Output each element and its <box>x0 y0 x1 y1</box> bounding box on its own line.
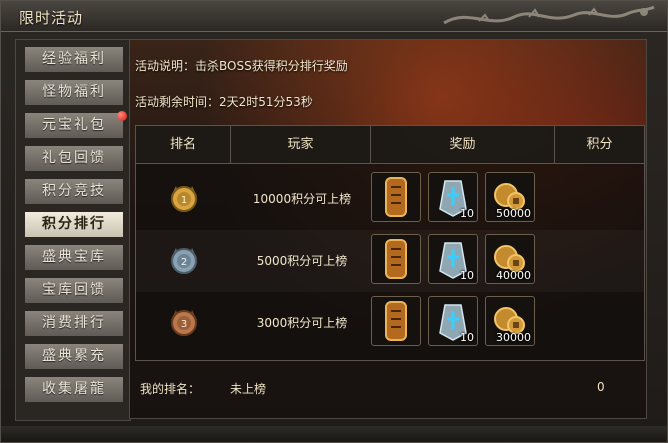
sidebar-item-label: 积分排行 <box>42 216 106 232</box>
table-row: 1 10000积分可上榜 10 50000 <box>136 168 644 230</box>
sidebar-item-label: 元宝礼包 <box>42 117 106 133</box>
silver-medal-icon: 2 <box>171 248 197 274</box>
my-rank-label: 我的排名： <box>140 382 201 396</box>
header-rank: 排名 <box>136 126 231 163</box>
sidebar-item-label: 盛典累充 <box>42 348 106 364</box>
partial-reward-slot <box>433 356 483 360</box>
reward-slot[interactable]: 50000 <box>485 172 535 222</box>
sidebar-item-label: 收集屠龍 <box>42 381 106 397</box>
dragon-ornament-icon <box>443 5 655 25</box>
table-row: 2 5000积分可上榜 10 40000 <box>136 230 644 292</box>
reward-count: 10 <box>460 207 474 220</box>
reward-count: 30000 <box>496 331 531 344</box>
token-plaque-icon <box>385 301 407 341</box>
table-row: 3 3000积分可上榜 10 30000 <box>136 292 644 354</box>
reward-slot[interactable]: 40000 <box>485 234 535 284</box>
sidebar-item-label: 宝库回馈 <box>42 282 106 298</box>
sidebar-item-label: 礼包回馈 <box>42 150 106 166</box>
sidebar-item-exp-welfare[interactable]: 经验福利 <box>24 46 124 73</box>
bronze-medal-icon: 3 <box>171 310 197 336</box>
sidebar-item-gift-feedback[interactable]: 礼包回馈 <box>24 145 124 172</box>
activity-description: 活动说明：击杀BOSS获得积分排行奖励 <box>135 59 348 73</box>
ranking-table: 排名 玩家 奖励 积分 1 10000积分可上榜 10 50000 2 5000… <box>135 125 645 361</box>
sidebar-item-label: 消费排行 <box>42 315 106 331</box>
reward-count: 10 <box>460 269 474 282</box>
sidebar-item-ingot-gift[interactable]: 元宝礼包 <box>24 111 127 139</box>
notification-dot-icon <box>117 111 127 121</box>
reward-slot[interactable]: 10 <box>428 234 478 284</box>
activity-window: 限时活动 经验福利 怪物福利 元宝礼包 礼包回馈 积分竞技 积分排行 盛典宝库 … <box>0 0 668 443</box>
header-score: 积分 <box>586 137 613 152</box>
gold-medal-icon: 1 <box>171 186 197 212</box>
my-rank-value: 未上榜 <box>230 382 267 396</box>
bottom-frame <box>1 426 667 442</box>
activity-time-remaining: 活动剩余时间：2天2时51分53秒 <box>135 95 313 109</box>
reward-count: 50000 <box>496 207 531 220</box>
sidebar-item-celebration-vault[interactable]: 盛典宝库 <box>24 244 124 271</box>
my-score-value: 0 <box>597 380 605 394</box>
sidebar-item-monster-welfare[interactable]: 怪物福利 <box>24 79 124 106</box>
sidebar-item-label: 积分竞技 <box>42 183 106 199</box>
sidebar-item-score-compete[interactable]: 积分竞技 <box>24 178 124 205</box>
svg-text:3: 3 <box>181 319 187 330</box>
sidebar-item-label: 怪物福利 <box>42 84 106 100</box>
reward-slot[interactable] <box>371 234 421 284</box>
rank-requirement: 10000积分可上榜 <box>252 192 352 206</box>
content-panel: 活动说明：击杀BOSS获得积分排行奖励 活动剩余时间：2天2时51分53秒 排名… <box>129 39 647 419</box>
my-rank-bar: 我的排名： 未上榜 0 <box>135 366 645 408</box>
token-plaque-icon <box>385 239 407 279</box>
sidebar-item-spend-ranking[interactable]: 消费排行 <box>24 310 124 337</box>
sidebar-item-celebration-recharge[interactable]: 盛典累充 <box>24 343 124 370</box>
rank-requirement: 3000积分可上榜 <box>256 316 348 330</box>
svg-text:1: 1 <box>181 195 187 206</box>
sidebar-item-vault-feedback[interactable]: 宝库回馈 <box>24 277 124 304</box>
sidebar-item-label: 经验福利 <box>42 51 106 67</box>
title-bar: 限时活动 <box>1 1 667 32</box>
reward-slot[interactable]: 10 <box>428 296 478 346</box>
reward-slot[interactable] <box>371 172 421 222</box>
reward-count: 10 <box>460 331 474 344</box>
reward-slot[interactable] <box>371 296 421 346</box>
reward-slot[interactable]: 10 <box>428 172 478 222</box>
token-plaque-icon <box>385 177 407 217</box>
header-player: 玩家 <box>231 126 371 163</box>
header-reward: 奖励 <box>371 126 555 163</box>
rank-requirement: 5000积分可上榜 <box>256 254 348 268</box>
reward-slot[interactable]: 30000 <box>485 296 535 346</box>
svg-text:2: 2 <box>181 257 187 268</box>
window-title: 限时活动 <box>19 9 84 27</box>
partial-reward-slot <box>377 356 427 360</box>
sidebar-item-label: 盛典宝库 <box>42 249 106 265</box>
sidebar: 经验福利 怪物福利 元宝礼包 礼包回馈 积分竞技 积分排行 盛典宝库 宝库回馈 … <box>15 39 131 421</box>
table-header: 排名 玩家 奖励 积分 <box>136 126 644 164</box>
sidebar-item-collect-dragon[interactable]: 收集屠龍 <box>24 376 124 403</box>
reward-count: 40000 <box>496 269 531 282</box>
sidebar-item-score-ranking[interactable]: 积分排行 <box>24 211 124 238</box>
